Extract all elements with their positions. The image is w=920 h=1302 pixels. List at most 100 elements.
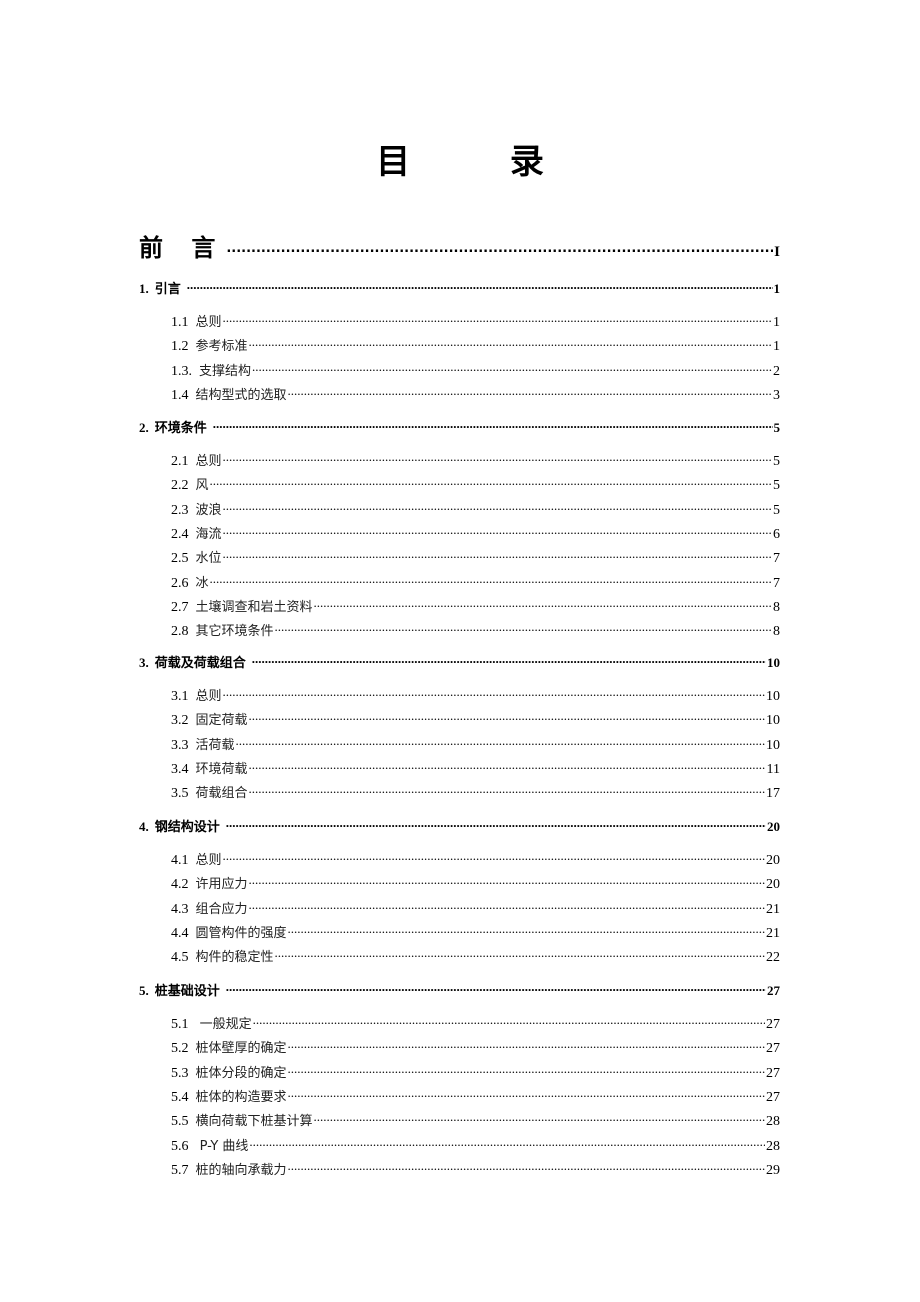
toc-page-number: 20: [766, 853, 780, 868]
dot-leader: [288, 1159, 765, 1174]
section-title: 固定荷载: [195, 713, 248, 729]
dot-leader: [314, 1110, 765, 1125]
section-title: 参考标准: [195, 339, 248, 355]
dot-leader: [249, 335, 772, 350]
toc-page-number: 3: [773, 387, 780, 403]
toc-entry-section[interactable]: 3.3 活荷载 10: [171, 734, 780, 754]
chapter-number: 2.: [139, 420, 149, 435]
toc-page-number: 5: [773, 478, 780, 494]
toc-entry-section[interactable]: 3.1 总则 10: [171, 685, 780, 705]
toc-entry-section[interactable]: 5.6 P-Y 曲线 28: [171, 1135, 780, 1155]
section-number: 5.2: [171, 1041, 189, 1057]
toc-entry-section[interactable]: 5.7 桩的轴向承载力 29: [171, 1159, 780, 1179]
section-number: 5.1: [171, 1017, 189, 1032]
toc-page-number: 21: [766, 901, 780, 917]
dot-leader: [249, 709, 765, 724]
chapter-title: 环境条件: [154, 421, 207, 436]
section-number: 3.4: [171, 761, 189, 777]
toc-entry-section[interactable]: 5.5 横向荷载下桩基计算 28: [171, 1110, 780, 1130]
toc-entry-section[interactable]: 1.4 结构型式的选取 3: [171, 384, 780, 404]
section-title: 圆管构件的强度: [195, 925, 287, 941]
toc-entry-section[interactable]: 5.2 桩体壁厚的确定 27: [171, 1037, 780, 1057]
toc-entry-section[interactable]: 1.1 总则 1: [171, 311, 780, 331]
section-number: 5.5: [171, 1114, 189, 1130]
toc-entry-chapter[interactable]: 4. 钢结构设计 20: [139, 816, 780, 835]
toc-entry-label: 1.4 结构型式的选取: [171, 384, 287, 404]
section-number: 2.8: [171, 624, 189, 640]
page-title: 目 录: [376, 142, 588, 182]
toc-entry-section[interactable]: 2.5 水位 7: [171, 547, 780, 567]
toc-entry-section[interactable]: 3.5 荷载组合 17: [171, 782, 780, 802]
section-number: 2.3: [171, 502, 189, 518]
toc-entry-section[interactable]: 4.3 组合应力 21: [171, 898, 780, 918]
section-title: 桩体分段的确定: [195, 1065, 287, 1081]
dot-leader: [210, 572, 772, 587]
section-title: 活荷载: [195, 737, 235, 753]
dot-leader: [288, 1062, 765, 1077]
toc-page-number: 2: [773, 363, 780, 379]
dot-leader: [223, 849, 765, 864]
toc-entry-label: 5.5 横向荷载下桩基计算: [171, 1110, 313, 1130]
toc-entry-section[interactable]: 4.2 许用应力 20: [171, 873, 780, 893]
toc-page-number: 20: [767, 819, 780, 834]
toc-entry-section[interactable]: 4.1 总则 20: [171, 849, 780, 869]
dot-leader: [236, 734, 765, 749]
toc-entry-chapter[interactable]: 2. 环境条件 5: [139, 417, 780, 436]
toc-entry-preface[interactable]: 前 言 I: [139, 228, 780, 263]
toc-entry-label: 3.5 荷载组合: [171, 782, 248, 802]
toc-page-number: 5: [773, 420, 781, 435]
toc-entry-label: 3. 荷载及荷载组合: [139, 652, 246, 671]
toc-entry-section[interactable]: 5.4 桩体的构造要求 27: [171, 1086, 780, 1106]
toc-page-number: 21: [766, 925, 780, 941]
toc-page-number: 7: [773, 551, 780, 567]
toc-entry-label: 2.4 海流: [171, 523, 222, 543]
toc-entry-section[interactable]: 5.3 桩体分段的确定 27: [171, 1062, 780, 1082]
toc-entry-section[interactable]: 4.4 圆管构件的强度 21: [171, 922, 780, 942]
section-title: 桩的轴向承载力: [195, 1162, 287, 1178]
toc-entry-section[interactable]: 2.4 海流 6: [171, 523, 780, 543]
toc-entry-label: 4. 钢结构设计: [139, 816, 220, 835]
toc-entry-label: 4.3 组合应力: [171, 898, 248, 918]
dot-leader: [249, 873, 765, 888]
toc-page-number: 1: [773, 281, 781, 296]
toc-entry-section[interactable]: 3.4 环境荷载 11: [171, 758, 780, 778]
section-number: 1.1: [171, 315, 189, 330]
toc-entry-section[interactable]: 1.3. 支撑结构 2: [171, 360, 780, 380]
toc-entry-section[interactable]: 1.2 参考标准 1: [171, 335, 780, 355]
section-number: 2.4: [171, 526, 189, 542]
section-title: 总则: [195, 853, 222, 868]
toc-page-number: 27: [767, 983, 780, 998]
toc-entry-label: 3.2 固定荷载: [171, 709, 248, 729]
dot-leader: [275, 946, 765, 961]
section-title: P-Y 曲线: [195, 1138, 249, 1154]
toc-entry-section[interactable]: 2.6 冰 7: [171, 572, 780, 592]
toc-entry-section[interactable]: 4.5 构件的稳定性 22: [171, 946, 780, 966]
toc-entry-label: 2.6 冰: [171, 572, 209, 592]
toc-entry-section[interactable]: 2.8 其它环境条件 8: [171, 620, 780, 640]
section-title: 支撑结构: [199, 363, 252, 379]
dot-leader: [223, 685, 765, 700]
toc-entry-chapter[interactable]: 3. 荷载及荷载组合 10: [139, 652, 780, 671]
toc-entry-section[interactable]: 5.1 一般规定 27: [171, 1013, 780, 1033]
toc-entry-section[interactable]: 2.3 波浪 5: [171, 499, 780, 519]
dot-leader: [249, 782, 765, 797]
chapter-title: 引言: [154, 282, 181, 297]
section-title: 海流: [195, 526, 222, 542]
dot-leader: [213, 417, 773, 432]
section-title: 组合应力: [195, 901, 248, 917]
section-number: 5.7: [171, 1162, 189, 1178]
toc-entry-chapter[interactable]: 5. 桩基础设计 27: [139, 980, 780, 999]
dot-leader: [249, 898, 765, 913]
dot-leader: [249, 758, 766, 773]
chapter-title: 桩基础设计: [154, 984, 220, 999]
toc-entry-section[interactable]: 3.2 固定荷载 10: [171, 709, 780, 729]
toc-entry-section[interactable]: 2.1 总则 5: [171, 450, 780, 470]
toc-entry-section[interactable]: 2.2 风 5: [171, 474, 780, 494]
toc-entry-chapter[interactable]: 1. 引言 1: [139, 278, 780, 297]
section-title: 许用应力: [195, 877, 248, 893]
toc-page-number: 27: [766, 1065, 780, 1081]
toc-entry-section[interactable]: 2.7 土壤调查和岩土资料 8: [171, 596, 780, 616]
dot-leader: [223, 523, 772, 538]
toc-page-number: 6: [773, 526, 780, 542]
section-title: 水位: [195, 551, 222, 567]
